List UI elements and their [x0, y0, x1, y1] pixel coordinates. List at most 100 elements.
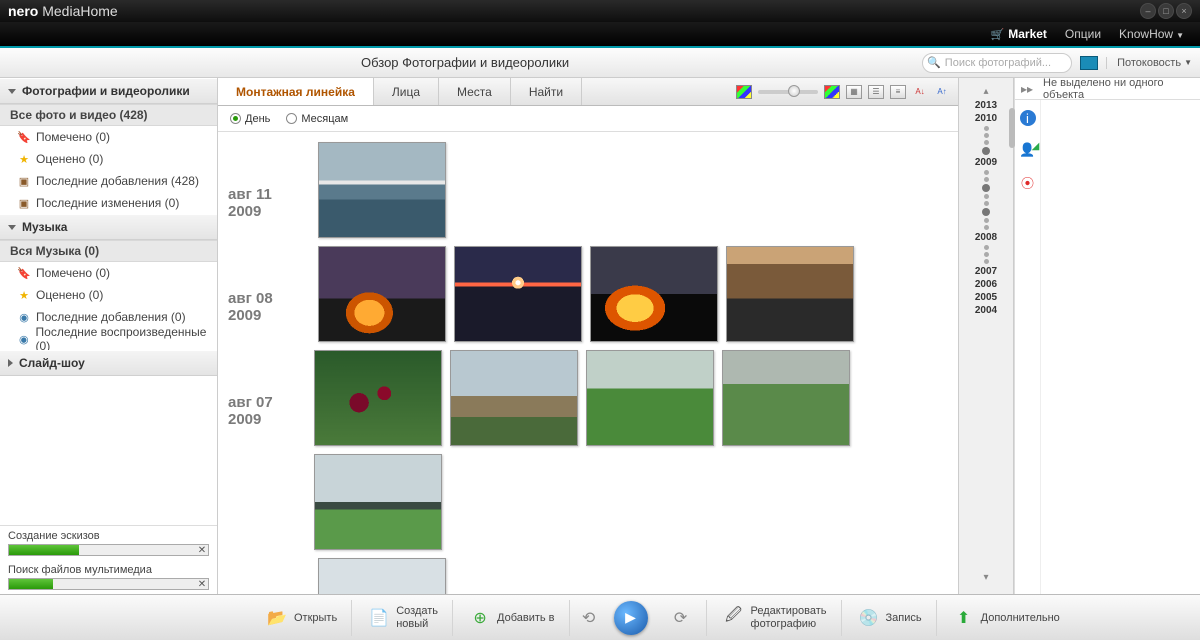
sidebar-item-recent-add[interactable]: ▣Последние добавления (428): [0, 170, 217, 192]
folder-icon: ▣: [18, 196, 30, 210]
basket-icon: 🛒: [991, 29, 1005, 41]
sidebar-section-photos[interactable]: Фотографии и видеоролики: [0, 78, 217, 104]
filter-day-radio[interactable]: День: [230, 113, 270, 125]
minimize-button[interactable]: –: [1140, 3, 1156, 19]
info-icon[interactable]: i: [1020, 110, 1036, 126]
thumbnail-progress: Создание эскизов ✕: [0, 526, 217, 560]
view-grid-icon[interactable]: ▦: [846, 85, 862, 99]
open-icon: 📂: [266, 607, 288, 629]
disc-icon: ◉: [18, 332, 30, 346]
stop-thumbnails-button[interactable]: ✕: [196, 545, 208, 556]
hide-panel-icon[interactable]: ▸▸: [1021, 82, 1033, 96]
photo-thumbnail[interactable]: [722, 350, 850, 446]
folder-icon: ▣: [18, 174, 30, 188]
filter-month-radio[interactable]: Месяцам: [286, 113, 348, 125]
selection-status: Не выделено ни одного объекта: [1043, 77, 1194, 101]
play-icon: ▶: [614, 601, 648, 635]
sort-asc-icon[interactable]: A↓: [912, 85, 928, 99]
tab-timeline[interactable]: Монтажная линейка: [218, 78, 374, 105]
details-panel: ▸▸ Не выделено ни одного объекта i 👤 ◢ ⦿: [1014, 78, 1200, 594]
view-list-icon[interactable]: ☰: [868, 85, 884, 99]
window-controls: – □ ×: [1140, 3, 1192, 19]
monitor-icon[interactable]: [1080, 56, 1098, 70]
stop-scan-button[interactable]: ✕: [196, 579, 208, 590]
page-title: Обзор Фотографии и видеоролики: [8, 55, 922, 70]
tab-find[interactable]: Найти: [511, 78, 582, 105]
timeline-handle[interactable]: [1009, 108, 1015, 148]
sidebar-section-music[interactable]: Музыка: [0, 214, 217, 240]
market-link[interactable]: 🛒Market: [991, 27, 1047, 41]
sidebar-item-recent-mod[interactable]: ▣Последние изменения (0): [0, 192, 217, 214]
menubar: 🛒Market Опции KnowHow▼: [0, 22, 1200, 48]
plus-icon: ⊕: [469, 607, 491, 629]
open-button[interactable]: 📂Открыть: [252, 600, 352, 636]
sidebar: Фотографии и видеоролики Все фото и виде…: [0, 78, 218, 594]
more-icon: ⬆: [953, 607, 975, 629]
main-area: Монтажная линейка Лица Места Найти ▦ ☰ ≡…: [218, 78, 958, 594]
sort-desc-icon[interactable]: A↑: [934, 85, 950, 99]
close-button[interactable]: ×: [1176, 3, 1192, 19]
record-button[interactable]: 💿Запись: [844, 600, 937, 636]
gallery[interactable]: авг 112009 авг 082009 авг 072009: [218, 132, 958, 594]
create-new-button[interactable]: 📄Создатьновый: [354, 600, 453, 636]
edit-icon: 🖉: [723, 607, 745, 629]
filter-row: День Месяцам: [218, 106, 958, 132]
group-label: авг 112009: [228, 142, 318, 220]
record-icon: 💿: [858, 607, 880, 629]
knowhow-menu[interactable]: KnowHow▼: [1119, 27, 1184, 41]
photo-thumbnail[interactable]: [318, 142, 446, 238]
thumb-size-slider[interactable]: [758, 90, 818, 94]
photo-thumbnail[interactable]: [314, 350, 442, 446]
tag-icon: 🔖: [18, 130, 30, 144]
new-icon: 📄: [368, 607, 390, 629]
add-to-button[interactable]: ⊕Добавить в: [455, 600, 570, 636]
play-button[interactable]: ▶: [608, 600, 654, 636]
search-icon: 🔍: [927, 56, 941, 69]
photo-thumbnail[interactable]: [318, 246, 446, 342]
tag-icon: 🔖: [18, 266, 30, 280]
timeline-up-arrow[interactable]: ▴: [959, 82, 1013, 100]
photo-thumbnail[interactable]: [450, 350, 578, 446]
timeline-scrubber[interactable]: ▴ 2013 2010 2009 2008 2007 2006 2005 200…: [958, 78, 1014, 594]
next-icon: ⟳: [670, 607, 692, 629]
flag-icon: ◢: [1028, 138, 1044, 154]
titlebar: nero MediaHome – □ ×: [0, 0, 1200, 22]
disc-icon: ◉: [18, 310, 30, 324]
sidebar-item-tagged[interactable]: 🔖Помечено (0): [0, 126, 217, 148]
prev-icon: ⟲: [578, 607, 600, 629]
star-icon: ★: [18, 152, 30, 166]
sidebar-item-rated[interactable]: ★Оценено (0): [0, 148, 217, 170]
view-tabs: Монтажная линейка Лица Места Найти ▦ ☰ ≡…: [218, 78, 958, 106]
maximize-button[interactable]: □: [1158, 3, 1174, 19]
group-label: авг 082009: [228, 246, 318, 324]
photo-thumbnail[interactable]: [586, 350, 714, 446]
scan-progress: Поиск файлов мультимедиа ✕: [0, 560, 217, 594]
location-pin-icon[interactable]: ⦿: [1020, 174, 1036, 190]
photo-thumbnail[interactable]: [318, 558, 446, 594]
thumb-color-icon[interactable]: [736, 85, 752, 99]
sidebar-item-music-rated[interactable]: ★Оценено (0): [0, 284, 217, 306]
sidebar-item-music-recent-play[interactable]: ◉Последние воспроизведенные (0): [0, 328, 217, 350]
photo-thumbnail[interactable]: [590, 246, 718, 342]
sidebar-item-music-tagged[interactable]: 🔖Помечено (0): [0, 262, 217, 284]
timeline-down-arrow[interactable]: ▾: [983, 572, 988, 590]
more-button[interactable]: ⬆Дополнительно: [939, 600, 1074, 636]
search-input[interactable]: 🔍 Поиск фотографий...: [922, 53, 1072, 73]
sidebar-item-all-photos[interactable]: Все фото и видео (428): [0, 104, 217, 126]
thumb-color-icon-2[interactable]: [824, 85, 840, 99]
sidebar-item-all-music[interactable]: Вся Музыка (0): [0, 240, 217, 262]
photo-thumbnail[interactable]: [454, 246, 582, 342]
options-menu[interactable]: Опции: [1065, 27, 1101, 41]
tab-faces[interactable]: Лица: [374, 78, 439, 105]
edit-photo-button[interactable]: 🖉Редактироватьфотографию: [709, 600, 842, 636]
sidebar-section-slideshow[interactable]: Слайд-шоу: [0, 350, 217, 376]
next-button[interactable]: ⟳: [656, 600, 707, 636]
photo-thumbnail[interactable]: [314, 454, 442, 550]
view-toolbar: ▦ ☰ ≡ A↓ A↑: [736, 78, 958, 105]
photo-thumbnail[interactable]: [726, 246, 854, 342]
view-detail-icon[interactable]: ≡: [890, 85, 906, 99]
tab-places[interactable]: Места: [439, 78, 511, 105]
group-label: авг 072009: [228, 350, 314, 428]
prev-button[interactable]: ⟲: [572, 600, 606, 636]
streaming-menu[interactable]: Потоковость▼: [1106, 57, 1192, 69]
